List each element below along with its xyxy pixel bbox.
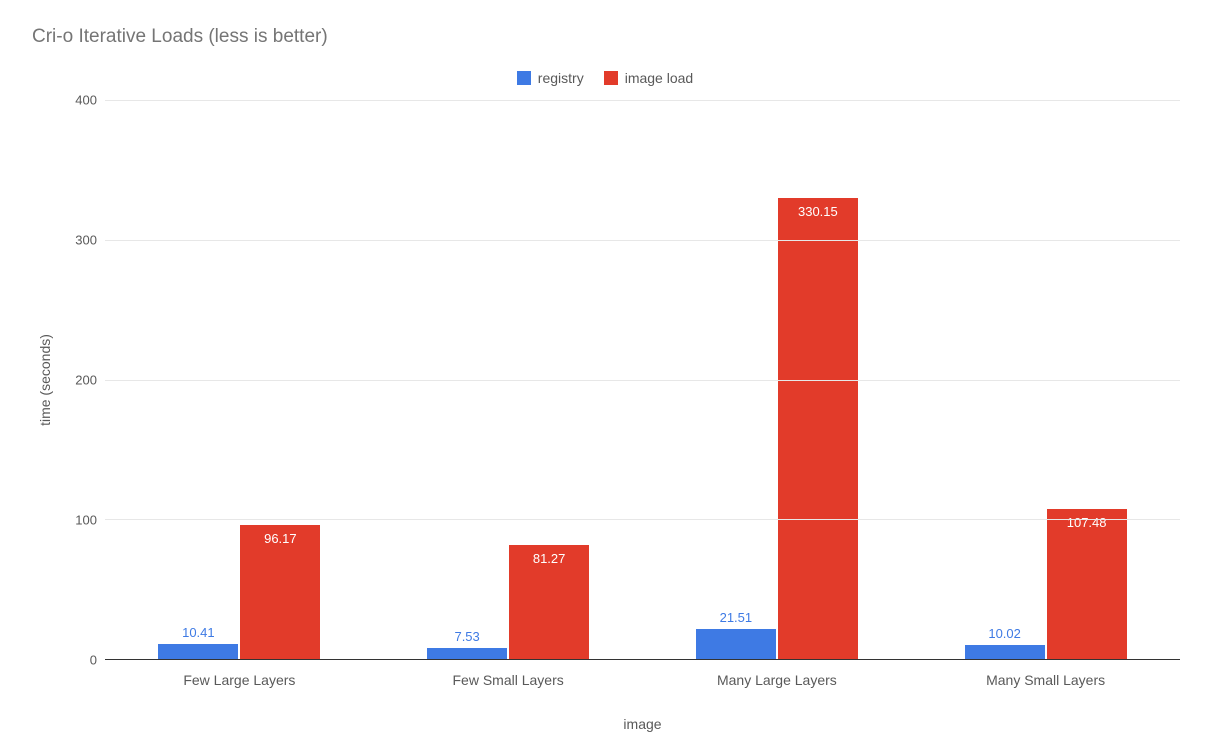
y-tick: 400 [75, 93, 97, 108]
y-tick: 300 [75, 233, 97, 248]
bar-image-load: 96.17 [240, 525, 320, 659]
x-axis-title: image [105, 716, 1180, 732]
bar-image-load: 107.48 [1047, 509, 1127, 659]
x-tick-label: Few Large Layers [105, 672, 374, 688]
bar-value-label: 96.17 [264, 531, 297, 546]
y-tick: 0 [90, 653, 97, 668]
bar-registry: 10.41 [158, 644, 238, 659]
bar-value-label: 21.51 [720, 610, 753, 625]
legend-label: registry [538, 70, 584, 86]
x-tick-label: Few Small Layers [374, 672, 643, 688]
bar-registry: 21.51 [696, 629, 776, 659]
bar-value-label: 330.15 [798, 204, 838, 219]
y-axis-label-text: time (seconds) [37, 334, 53, 426]
legend-item-registry: registry [517, 70, 584, 86]
chart-container: Cri-o Iterative Loads (less is better) r… [0, 0, 1210, 748]
bar-image-load: 330.15 [778, 198, 858, 659]
gridline [105, 100, 1180, 101]
gridline [105, 380, 1180, 381]
x-tick-label: Many Large Layers [643, 672, 912, 688]
bar-image-load: 81.27 [509, 545, 589, 659]
gridline [105, 519, 1180, 520]
legend-item-image-load: image load [604, 70, 694, 86]
chart-title: Cri-o Iterative Loads (less is better) [32, 26, 1180, 48]
swatch-icon [517, 71, 531, 85]
plot-row: time (seconds) 0100200300400 10.4196.177… [30, 100, 1180, 660]
bar-value-label: 7.53 [454, 629, 479, 644]
plot-area: 10.41 96.17 7.53 81.27 21.51 330.15 10.02 107.4… [105, 100, 1180, 660]
bar-value-label: 81.27 [533, 551, 566, 566]
bar-value-label: 107.48 [1067, 515, 1107, 530]
bar-registry: 10.02 [965, 645, 1045, 659]
swatch-icon [604, 71, 618, 85]
bar-value-label: 10.02 [988, 626, 1021, 641]
legend-label: image load [625, 70, 694, 86]
y-tick: 200 [75, 373, 97, 388]
chart-legend: registry image load [30, 70, 1180, 86]
x-tick-label: Many Small Layers [911, 672, 1180, 688]
x-axis-labels: Few Large LayersFew Small LayersMany Lar… [105, 672, 1180, 688]
y-axis-ticks: 0100200300400 [60, 100, 105, 660]
gridline [105, 240, 1180, 241]
y-axis-label: time (seconds) [30, 100, 60, 660]
bar-registry: 7.53 [427, 648, 507, 659]
y-tick: 100 [75, 513, 97, 528]
bar-value-label: 10.41 [182, 625, 215, 640]
